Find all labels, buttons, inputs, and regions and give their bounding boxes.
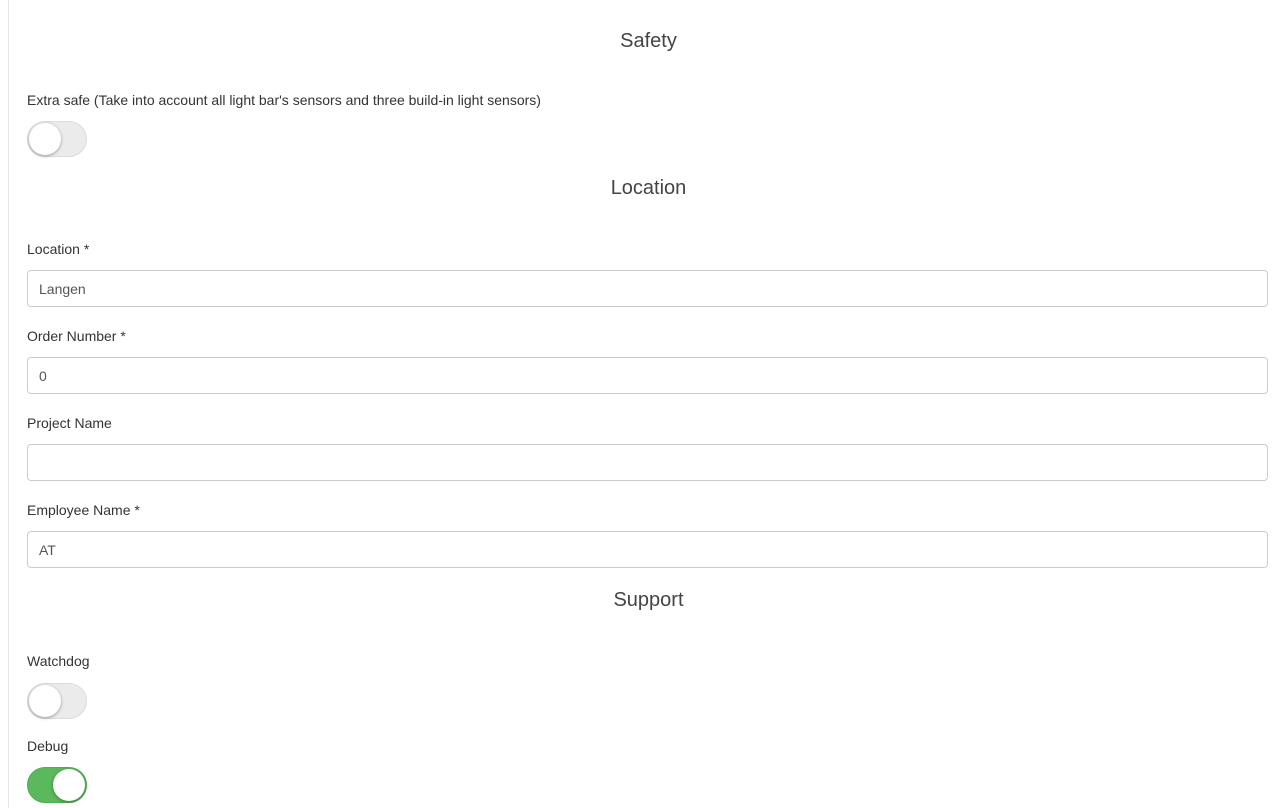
location-label: Location * (27, 241, 90, 257)
safety-section-title: Safety (620, 30, 677, 52)
order-number-input[interactable] (27, 357, 1268, 394)
project-name-input[interactable] (27, 444, 1268, 481)
order-number-label: Order Number * (27, 328, 126, 344)
employee-name-input[interactable] (27, 531, 1268, 568)
toggle-knob (29, 123, 61, 155)
location-section-title: Location (610, 177, 687, 199)
toggle-knob (29, 685, 61, 717)
left-divider (8, 0, 9, 808)
extra-safe-toggle[interactable] (27, 121, 87, 157)
watchdog-label: Watchdog (27, 653, 90, 669)
project-name-label: Project Name (27, 415, 112, 431)
debug-label: Debug (27, 738, 69, 754)
toggle-knob (53, 769, 85, 801)
support-section-title: Support (613, 589, 684, 611)
location-input[interactable] (27, 270, 1268, 307)
settings-page: Safety Extra safe (Take into account all… (0, 0, 1277, 808)
watchdog-toggle[interactable] (27, 683, 87, 719)
debug-toggle[interactable] (27, 767, 87, 803)
employee-name-label: Employee Name * (27, 502, 140, 518)
extra-safe-label: Extra safe (Take into account all light … (27, 92, 541, 108)
